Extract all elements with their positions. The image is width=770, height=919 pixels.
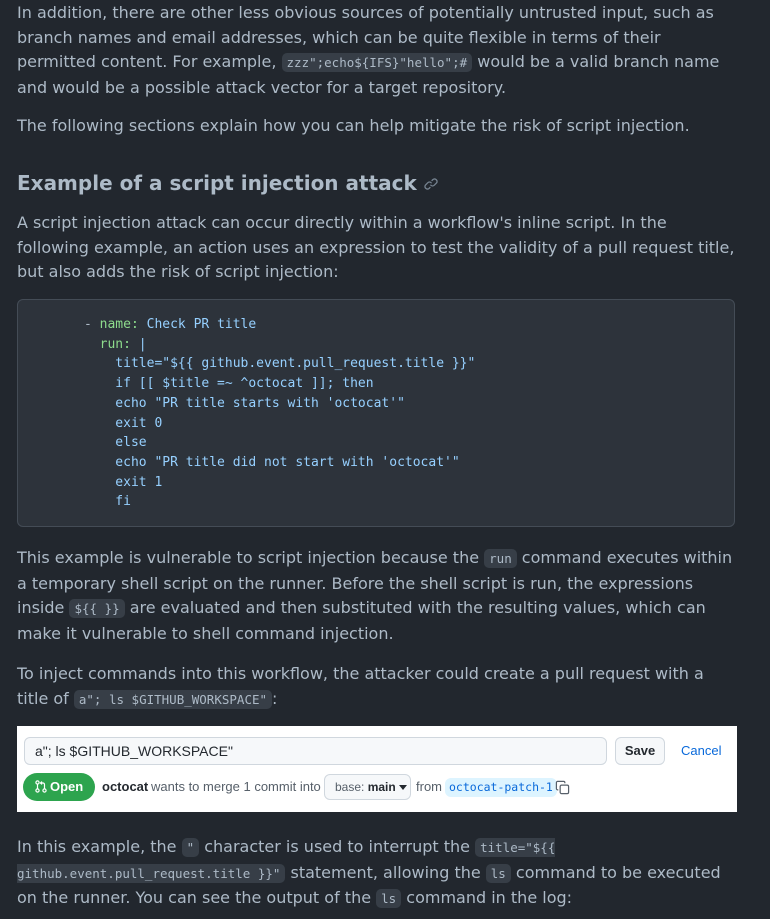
cancel-button[interactable]: Cancel <box>681 737 721 765</box>
code-line: else <box>84 435 147 451</box>
status-badge: Open <box>23 773 95 801</box>
code-block-workflow: - name: Check PR title run: | title="${{… <box>17 299 735 527</box>
section-heading: Example of a script injection attack <box>17 170 439 198</box>
pr-merge-text: wants to merge 1 commit into <box>151 779 321 794</box>
copy-icon[interactable] <box>555 779 570 804</box>
code-line: fi <box>84 494 131 510</box>
inline-code-run: run <box>484 549 517 568</box>
paragraph-attack-description: A script injection attack can occur dire… <box>17 213 735 281</box>
base-branch-select[interactable]: base: main <box>324 774 411 800</box>
inline-code-expression: ${{ }} <box>69 599 125 618</box>
pr-author[interactable]: octocat <box>102 772 148 802</box>
save-button[interactable]: Save <box>615 737 665 765</box>
code-line: exit 1 <box>84 474 163 490</box>
code-line: title="${{ github.event.pull_request.tit… <box>84 356 476 372</box>
inline-code-quote: " <box>181 838 200 857</box>
paragraph-untrusted-input: In addition, there are other less obviou… <box>17 3 720 97</box>
pr-meta: Open octocat wants to merge 1 commit int… <box>23 772 733 802</box>
caret-down-icon <box>399 785 408 790</box>
paragraph-inject-commands: To inject commands into this workflow, t… <box>17 664 704 709</box>
pull-request-icon <box>35 780 47 793</box>
code-lines: - name: Check PR title run: | title="${{… <box>84 317 476 510</box>
pull-request-screenshot: a"; ls $GITHUB_WORKSPACE" Save Cancel Op… <box>17 726 737 812</box>
paragraph-example-explanation: In this example, the " character is used… <box>17 837 721 908</box>
link-icon[interactable] <box>423 172 439 198</box>
code-line: echo "PR title did not start with 'octoc… <box>84 454 460 470</box>
paragraph-mitigation-intro: The following sections explain how you c… <box>17 116 690 135</box>
code-line: echo "PR title starts with 'octocat'" <box>84 395 405 411</box>
inline-code-branch-name: zzz";echo${IFS}"hello";# <box>281 53 473 72</box>
inline-code-ls: ls <box>376 889 402 908</box>
inline-code-malicious-title: a"; ls $GITHUB_WORKSPACE" <box>73 689 273 709</box>
paragraph-vulnerability-explanation: This example is vulnerable to script inj… <box>17 548 733 643</box>
head-branch[interactable]: octocat-patch-1 <box>445 778 557 797</box>
pr-title-input[interactable]: a"; ls $GITHUB_WORKSPACE" <box>24 737 607 765</box>
code-line: if [[ $title =~ ^octocat ]]; then <box>84 376 374 392</box>
pr-from-text: from <box>416 779 442 794</box>
inline-code-ls: ls <box>485 863 511 883</box>
code-line: exit 0 <box>84 415 163 431</box>
